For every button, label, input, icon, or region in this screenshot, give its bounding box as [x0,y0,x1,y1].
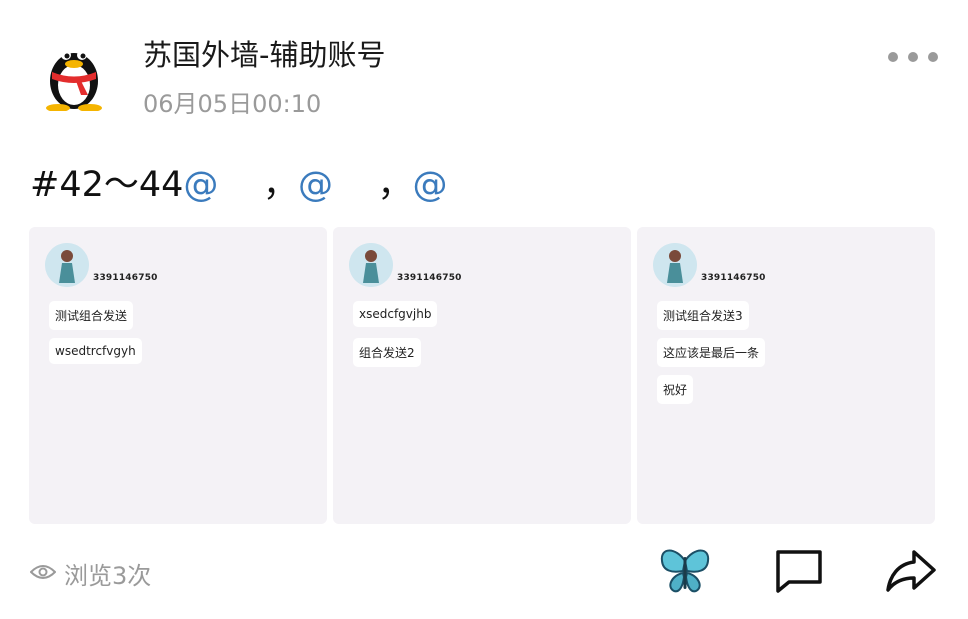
post-time: 06月05日00:10 [143,90,322,118]
mention-1[interactable]: @ [183,165,218,205]
chat-user-id: 3391146750 [701,273,766,283]
chat-user-id: 3391146750 [397,273,462,283]
butterfly-like-icon[interactable] [658,546,712,596]
dot [888,52,898,62]
post-tag: #42～44 [30,165,184,205]
share-icon[interactable] [884,546,938,596]
chat-bubble: xsedcfgvjhb [353,301,438,327]
mention-2[interactable]: @ [298,165,333,205]
author-name[interactable]: 苏国外墙-辅助账号 [143,32,385,74]
eye-icon [29,563,57,585]
more-options-icon[interactable] [888,44,938,70]
chat-avatar [349,243,393,287]
view-count: 浏览3次 [29,556,152,591]
avatar[interactable] [38,35,110,112]
chat-bubble: 测试组合发送 [49,301,134,330]
post-text: #42～44@ ，@ ，@ [30,156,447,207]
chat-avatar [45,243,89,287]
image-grid: 3391146750 测试组合发送 wsedtrcfvgyh 339114675… [29,227,935,524]
chat-bubble: 祝好 [657,375,694,404]
dot [908,52,918,62]
mention-3[interactable]: @ [412,165,447,205]
dot [928,52,938,62]
separator: ， [262,165,298,205]
image-thumbnail-3[interactable]: 3391146750 测试组合发送3 这应该是最后一条 祝好 [637,227,935,524]
chat-bubble: 组合发送2 [353,338,421,367]
chat-avatar [653,243,697,287]
chat-bubble: wsedtrcfvgyh [49,338,142,364]
views-label: 浏览3次 [64,562,152,590]
chat-user-id: 3391146750 [93,273,158,283]
chat-bubble: 这应该是最后一条 [657,338,766,367]
chat-bubble: 测试组合发送3 [657,301,749,330]
comment-icon[interactable] [772,546,826,596]
image-thumbnail-2[interactable]: 3391146750 xsedcfgvjhb 组合发送2 [333,227,631,524]
separator: ， [377,165,413,205]
image-thumbnail-1[interactable]: 3391146750 测试组合发送 wsedtrcfvgyh [29,227,327,524]
